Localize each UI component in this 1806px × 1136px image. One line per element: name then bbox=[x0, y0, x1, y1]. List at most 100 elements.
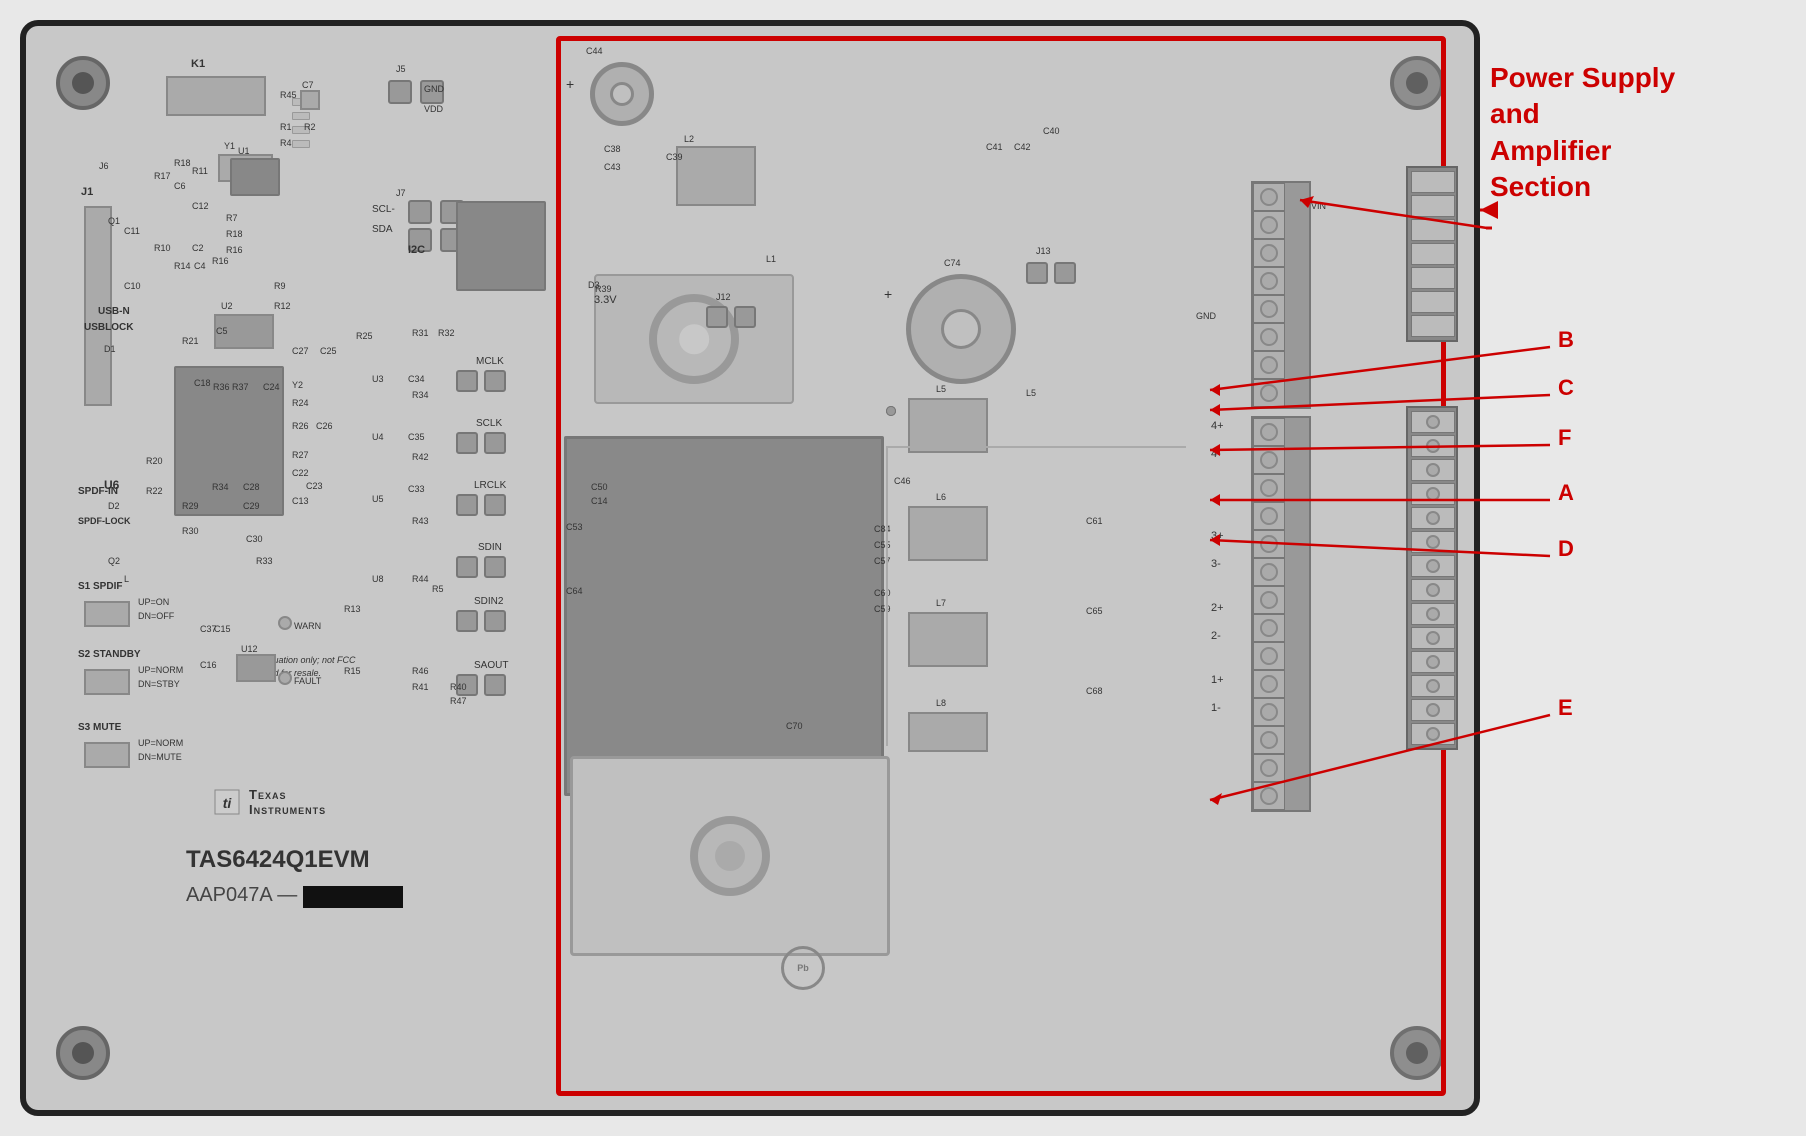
usb-n-label: USB-N bbox=[98, 306, 130, 317]
v33-label: 3.3V bbox=[594, 294, 617, 306]
c64-label: C64 bbox=[566, 586, 583, 596]
board-title: TAS6424Q1EVM bbox=[186, 846, 370, 874]
output-block bbox=[1406, 406, 1458, 750]
c28-label: C28 bbox=[243, 482, 260, 492]
r4 bbox=[292, 140, 310, 148]
trace-h1 bbox=[886, 446, 1186, 448]
c29-label: C29 bbox=[243, 501, 260, 511]
r40-label: R40 bbox=[450, 682, 467, 692]
annotation-a: A bbox=[1558, 480, 1574, 506]
plus-c44: + bbox=[566, 76, 574, 92]
s2-dn-label: DN=STBY bbox=[138, 679, 180, 689]
r30-label: R30 bbox=[182, 526, 199, 536]
mount-hole-tl bbox=[56, 56, 110, 110]
u12-label: U12 bbox=[241, 644, 258, 654]
pb-free-mark: Pb bbox=[781, 946, 825, 990]
c7-comp bbox=[300, 90, 320, 110]
r1-label: R1 bbox=[280, 122, 292, 132]
c60-label: C60 bbox=[874, 588, 891, 598]
ch3p-label: 3+ bbox=[1211, 530, 1224, 542]
l8-comp bbox=[908, 712, 988, 752]
u1-label: U1 bbox=[238, 146, 250, 156]
c65-label: C65 bbox=[1086, 606, 1103, 616]
s1-label: S1 SPDIF bbox=[78, 581, 122, 592]
r24-label: R24 bbox=[292, 398, 309, 408]
r41-label: R41 bbox=[412, 682, 429, 692]
r26-label: R26 bbox=[292, 421, 309, 431]
c22-label: C22 bbox=[292, 468, 309, 478]
c24-label: C24 bbox=[263, 382, 280, 392]
svg-text:ti: ti bbox=[223, 795, 233, 811]
s1-dn-label: DN=OFF bbox=[138, 611, 174, 621]
annotation-area: Power SupplyandPower Supply and Amplifie… bbox=[1490, 60, 1790, 206]
d1-label: D1 bbox=[104, 344, 116, 354]
q2-label: Q2 bbox=[108, 556, 120, 566]
c12-label: C12 bbox=[192, 201, 209, 211]
saout-label: SAOUT bbox=[474, 660, 508, 671]
trace-v1 bbox=[886, 446, 888, 746]
r21-label: R21 bbox=[182, 336, 199, 346]
l2-label: L2 bbox=[684, 134, 694, 144]
c42-label: C42 bbox=[1014, 142, 1031, 152]
spdf-in-label: SPDF-IN bbox=[78, 486, 118, 497]
j12-label: J12 bbox=[716, 292, 731, 302]
vin-block bbox=[1406, 166, 1458, 342]
c26-label: C26 bbox=[316, 421, 333, 431]
r2 bbox=[292, 112, 310, 120]
c74-label: C74 bbox=[944, 258, 961, 268]
mount-hole-bl bbox=[56, 1026, 110, 1080]
c39-label: C39 bbox=[666, 152, 683, 162]
annotation-title: Power SupplyandPower Supply and Amplifie… bbox=[1490, 60, 1790, 206]
annotation-c: C bbox=[1558, 375, 1574, 401]
r47-label: R47 bbox=[450, 696, 467, 706]
plus-c74: + bbox=[884, 286, 892, 302]
j1-label: J1 bbox=[81, 186, 93, 198]
c70-label: C70 bbox=[786, 721, 803, 731]
r33-label: R33 bbox=[256, 556, 273, 566]
u2-label: U2 bbox=[221, 301, 233, 311]
u4-label: U4 bbox=[372, 432, 384, 442]
q1-label: Q1 bbox=[108, 216, 120, 226]
c57-label: C57 bbox=[874, 556, 891, 566]
scl-label: SCL- bbox=[372, 204, 395, 215]
r31-label: R31 bbox=[412, 328, 429, 338]
r42-label: R42 bbox=[412, 452, 429, 462]
annotation-b: B bbox=[1558, 327, 1574, 353]
sda-label: SDA bbox=[372, 224, 393, 235]
board-subtitle: AAP047A — bbox=[186, 884, 403, 908]
r29-label: R29 bbox=[182, 501, 199, 511]
r27-label: R27 bbox=[292, 450, 309, 460]
r7-label: R7 bbox=[226, 213, 238, 223]
k1-label: K1 bbox=[191, 58, 205, 70]
y1-label: Y1 bbox=[224, 141, 235, 151]
sdin2-label: SDIN2 bbox=[474, 596, 503, 607]
c4-label: C4 bbox=[194, 261, 206, 271]
l6-comp bbox=[908, 506, 988, 561]
j4-connector bbox=[1251, 416, 1311, 812]
ch1m-label: 1- bbox=[1211, 702, 1221, 714]
r44-label: R44 bbox=[412, 574, 429, 584]
r14-label: R14 bbox=[174, 261, 191, 271]
u3-label: U3 bbox=[372, 374, 384, 384]
c18-label: C18 bbox=[194, 378, 211, 388]
c74-cap bbox=[906, 274, 1016, 384]
l7-label: L7 bbox=[936, 598, 946, 608]
r18b-label: R18 bbox=[226, 229, 243, 239]
c16-label: C16 bbox=[200, 660, 217, 670]
c30-label: C30 bbox=[246, 534, 263, 544]
c41-label: C41 bbox=[986, 142, 1003, 152]
c43-label: C43 bbox=[604, 162, 621, 172]
s3-up-label: UP=NORM bbox=[138, 738, 183, 748]
r34-label: R34 bbox=[412, 390, 429, 400]
r17-label: R17 bbox=[154, 171, 171, 181]
r39-label: R39 bbox=[595, 284, 612, 294]
r15-label: R15 bbox=[344, 666, 361, 676]
h9-hole bbox=[690, 816, 770, 896]
lrclk-label: LRCLK bbox=[474, 480, 506, 491]
ch4m-label: 4- bbox=[1211, 448, 1221, 460]
mclk-label: MCLK bbox=[476, 356, 504, 367]
j5-label: J5 bbox=[396, 64, 406, 74]
u5-label: U5 bbox=[372, 494, 384, 504]
l6-label: L6 bbox=[936, 492, 946, 502]
r18-label: R18 bbox=[174, 158, 191, 168]
